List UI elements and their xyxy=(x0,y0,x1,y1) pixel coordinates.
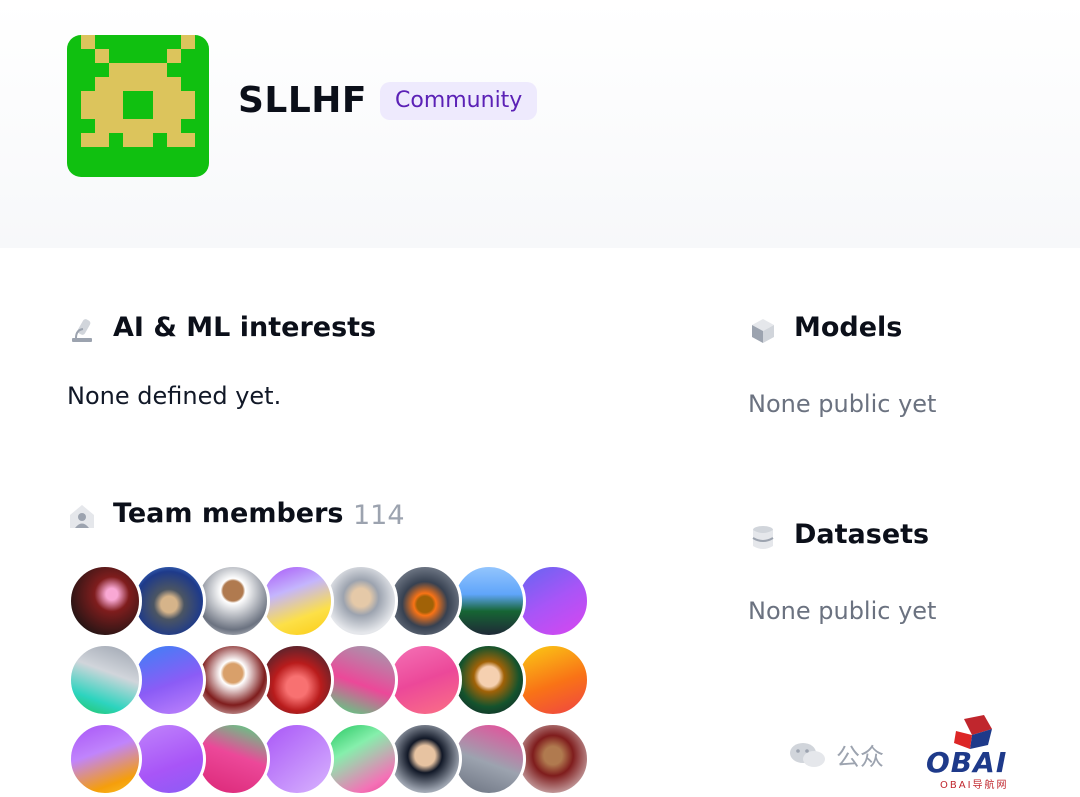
team-member-avatar[interactable] xyxy=(388,643,462,717)
team-members-count: 114 xyxy=(353,500,405,531)
cube-icon xyxy=(752,319,774,343)
org-type-badge: Community xyxy=(380,82,538,120)
team-member-avatar[interactable] xyxy=(452,722,526,796)
database-icon xyxy=(752,526,774,549)
interests-body: None defined yet. xyxy=(67,382,282,410)
team-member-avatar[interactable] xyxy=(388,564,462,638)
team-member-avatar[interactable] xyxy=(516,564,590,638)
microscope-icon xyxy=(72,319,92,342)
models-empty-text: None public yet xyxy=(748,390,937,418)
obai-subtext: OBAI导航网 xyxy=(940,780,1009,791)
team-member-avatar[interactable] xyxy=(196,564,270,638)
datasets-empty-text: None public yet xyxy=(748,597,937,625)
team-member-avatar[interactable] xyxy=(516,722,590,796)
team-member-avatar[interactable] xyxy=(132,643,206,717)
org-logo[interactable] xyxy=(67,35,209,177)
org-name: SLLHF xyxy=(238,80,368,121)
team-member-avatar[interactable] xyxy=(324,643,398,717)
team-member-avatar[interactable] xyxy=(68,643,142,717)
team-member-avatar[interactable] xyxy=(388,722,462,796)
team-member-avatar[interactable] xyxy=(260,643,334,717)
models-title[interactable]: Models xyxy=(794,312,902,343)
datasets-title[interactable]: Datasets xyxy=(794,519,929,550)
team-members-title[interactable]: Team members xyxy=(113,498,344,529)
org-header: SLLHF Community xyxy=(0,0,1080,248)
team-member-avatar[interactable] xyxy=(132,564,206,638)
wechat-icon xyxy=(790,742,825,767)
team-member-avatar[interactable] xyxy=(452,564,526,638)
team-member-avatar[interactable] xyxy=(260,564,334,638)
team-member-avatar[interactable] xyxy=(68,722,142,796)
team-member-avatar[interactable] xyxy=(132,722,206,796)
team-member-avatar[interactable] xyxy=(68,564,142,638)
team-avatar-grid xyxy=(68,564,598,797)
team-member-avatar[interactable] xyxy=(196,722,270,796)
team-member-avatar[interactable] xyxy=(516,643,590,717)
wechat-label: 公众 xyxy=(836,743,884,771)
obai-brand: OBAI xyxy=(926,746,1008,779)
team-member-avatar[interactable] xyxy=(452,643,526,717)
wechat-watermark: 公众 xyxy=(788,737,884,772)
team-member-avatar[interactable] xyxy=(324,564,398,638)
team-member-avatar[interactable] xyxy=(324,722,398,796)
interests-title: AI & ML interests xyxy=(113,312,377,343)
team-member-avatar[interactable] xyxy=(196,643,270,717)
house-icon xyxy=(70,505,94,528)
team-member-avatar[interactable] xyxy=(260,722,334,796)
